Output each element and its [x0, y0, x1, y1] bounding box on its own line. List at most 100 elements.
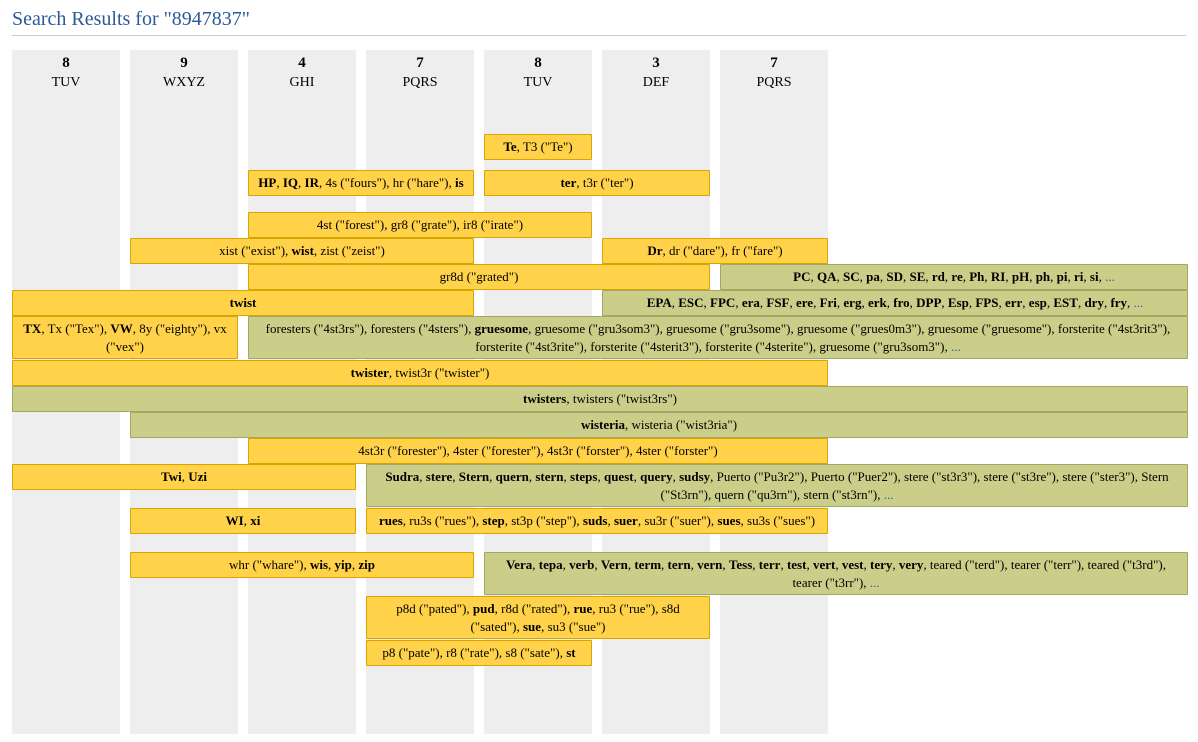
result-cell[interactable]: PC, QA, SC, pa, SD, SE, rd, re, Ph, RI, …	[720, 264, 1188, 290]
column-digit: 3	[602, 54, 710, 74]
result-cell[interactable]: Dr, dr ("dare"), fr ("fare")	[602, 238, 828, 264]
result-term: dry	[1084, 295, 1104, 310]
result-cell[interactable]: TX, Tx ("Tex"), VW, 8y ("eighty"), vx ("…	[12, 316, 238, 359]
result-cell[interactable]: 4st ("forest"), gr8 ("grate"), ir8 ("ira…	[248, 212, 592, 238]
result-term: Uzi	[188, 469, 207, 484]
result-term: Ph	[969, 269, 984, 284]
result-term: query	[640, 469, 673, 484]
result-cell[interactable]: WI, xi	[130, 508, 356, 534]
result-term: Stern	[459, 469, 489, 484]
result-term: IQ	[283, 175, 298, 190]
result-term: ere	[796, 295, 813, 310]
result-term: term	[634, 557, 661, 572]
result-term: quest	[604, 469, 634, 484]
result-cell[interactable]: foresters ("4st3rs"), foresters ("4sters…	[248, 316, 1188, 359]
result-term: WI	[226, 513, 244, 528]
result-term: wisteria	[581, 417, 625, 432]
result-term: era	[742, 295, 760, 310]
more-link[interactable]: ...	[1134, 295, 1144, 310]
result-term: SE	[910, 269, 926, 284]
result-term: rue	[573, 601, 592, 616]
result-cell[interactable]: Te, T3 ("Te")	[484, 134, 592, 160]
result-term: vest	[842, 557, 864, 572]
result-term: is	[455, 175, 464, 190]
result-term: stern	[535, 469, 563, 484]
result-cell[interactable]: p8 ("pate"), r8 ("rate"), s8 ("sate"), s…	[366, 640, 592, 666]
result-term: re	[951, 269, 962, 284]
result-term: RI	[991, 269, 1005, 284]
result-cell[interactable]: Twi, Uzi	[12, 464, 356, 490]
column-letters: TUV	[12, 74, 120, 92]
column-letters: GHI	[248, 74, 356, 92]
column-header: 7PQRS	[720, 50, 828, 92]
result-cell[interactable]: twister, twist3r ("twister")	[12, 360, 828, 386]
result-cell[interactable]: whr ("whare"), wis, yip, zip	[130, 552, 474, 578]
result-term: EPA	[647, 295, 672, 310]
more-link[interactable]: ...	[870, 575, 880, 590]
result-term: Sudra	[385, 469, 419, 484]
result-term: steps	[570, 469, 597, 484]
result-term: Fri	[820, 295, 837, 310]
result-cell[interactable]: p8d ("pated"), pud, r8d ("rated"), rue, …	[366, 596, 710, 639]
column-header: 7PQRS	[366, 50, 474, 92]
result-term: wist	[292, 243, 314, 258]
result-term: DPP	[916, 295, 941, 310]
result-cell[interactable]: gr8d ("grated")	[248, 264, 710, 290]
result-term: err	[1005, 295, 1022, 310]
result-cell[interactable]: twisters, twisters ("twist3rs")	[12, 386, 1188, 412]
result-term: ter	[560, 175, 576, 190]
result-cell[interactable]: EPA, ESC, FPC, era, FSF, ere, Fri, erg, …	[602, 290, 1188, 316]
result-term: QA	[817, 269, 837, 284]
more-link[interactable]: ...	[1105, 269, 1115, 284]
result-term: si	[1090, 269, 1099, 284]
result-term: sudsy	[679, 469, 710, 484]
result-term: sue	[523, 619, 541, 634]
result-term: zip	[358, 557, 375, 572]
column-header: 3DEF	[602, 50, 710, 92]
column-digit: 8	[484, 54, 592, 74]
more-link[interactable]: ...	[884, 487, 894, 502]
more-link[interactable]: ...	[951, 339, 961, 354]
result-term: fry	[1110, 295, 1127, 310]
column-letters: PQRS	[720, 74, 828, 92]
result-cell[interactable]: ter, t3r ("ter")	[484, 170, 710, 196]
result-term: wis	[310, 557, 328, 572]
result-cell[interactable]: rues, ru3s ("rues"), step, st3p ("step")…	[366, 508, 828, 534]
result-term: Twi	[161, 469, 182, 484]
result-cell[interactable]: 4st3r ("forester"), 4ster ("forester"), …	[248, 438, 828, 464]
result-term: pud	[473, 601, 495, 616]
result-term: Te	[503, 139, 516, 154]
result-term: IR	[305, 175, 319, 190]
result-term: HP	[258, 175, 276, 190]
column-letters: PQRS	[366, 74, 474, 92]
page-title: Search Results for "8947837"	[12, 8, 1186, 31]
column-header: 9WXYZ	[130, 50, 238, 92]
result-term: twister	[351, 365, 389, 380]
result-cell[interactable]: HP, IQ, IR, 4s ("fours"), hr ("hare"), i…	[248, 170, 474, 196]
result-cell[interactable]: Sudra, stere, Stern, quern, stern, steps…	[366, 464, 1188, 507]
result-term: st	[566, 645, 575, 660]
result-cell[interactable]: twist	[12, 290, 474, 316]
result-term: sues	[717, 513, 740, 528]
result-term: terr	[759, 557, 781, 572]
result-term: twist	[230, 295, 257, 310]
result-term: rues	[379, 513, 403, 528]
result-term: Vern	[601, 557, 628, 572]
result-cell[interactable]: xist ("exist"), wist, zist ("zeist")	[130, 238, 474, 264]
result-term: ri	[1074, 269, 1083, 284]
result-term: FPS	[975, 295, 998, 310]
result-term: pH	[1012, 269, 1029, 284]
result-cell[interactable]: Vera, tepa, verb, Vern, term, tern, vern…	[484, 552, 1188, 595]
result-term: test	[787, 557, 807, 572]
result-term: quern	[496, 469, 529, 484]
result-term: pa	[866, 269, 880, 284]
result-term: ESC	[678, 295, 703, 310]
result-term: tern	[668, 557, 691, 572]
column-letters: TUV	[484, 74, 592, 92]
result-term: tepa	[539, 557, 563, 572]
result-term: gruesome	[475, 321, 528, 336]
result-term: erk	[868, 295, 887, 310]
result-term: Tess	[729, 557, 752, 572]
result-cell[interactable]: wisteria, wisteria ("wist3ria")	[130, 412, 1188, 438]
result-term: Vera	[506, 557, 532, 572]
